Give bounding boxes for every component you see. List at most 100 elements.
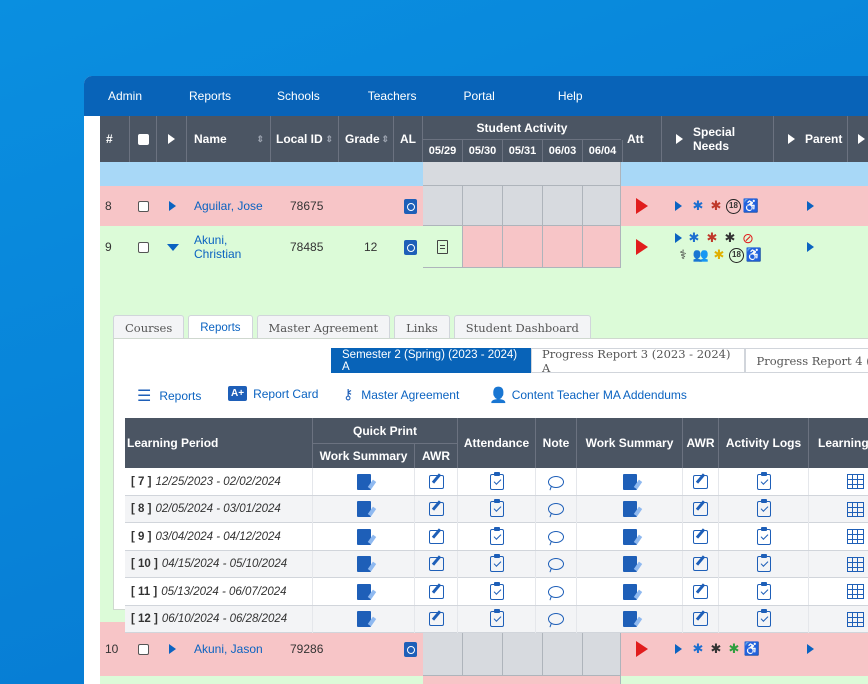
learning-table-cell[interactable]: [809, 468, 868, 495]
work-summary-print-cell[interactable]: [313, 495, 415, 523]
work-summary-icon[interactable]: [622, 556, 637, 572]
activity-logs-cell[interactable]: [719, 523, 809, 550]
reports-tool[interactable]: ☰ Reports: [137, 386, 201, 406]
tab-progress-report-3[interactable]: Progress Report 3 (2023 - 2024) A: [531, 347, 746, 375]
work-summary-print-cell[interactable]: [313, 468, 415, 495]
attendance-cell[interactable]: [458, 578, 536, 605]
note-cell[interactable]: [536, 605, 577, 633]
awr-icon[interactable]: [693, 474, 708, 489]
col-name[interactable]: Name ⇕: [187, 116, 271, 162]
awr-cell[interactable]: [683, 468, 719, 495]
master-agreement-tool[interactable]: ⚷ Master Agreement: [343, 386, 459, 403]
attendance-icon[interactable]: [489, 526, 504, 545]
awr-print-icon[interactable]: [428, 612, 444, 626]
work-summary-print-icon[interactable]: [356, 473, 371, 490]
attendance-cell[interactable]: [458, 605, 536, 633]
tab-master-agreement[interactable]: Master Agreement: [256, 315, 391, 339]
activity-logs-icon[interactable]: [756, 554, 771, 572]
learning-table-icon[interactable]: [847, 529, 864, 544]
awr-cell[interactable]: [683, 550, 719, 578]
awr-icon[interactable]: [693, 557, 708, 571]
note-icon[interactable]: [548, 475, 564, 488]
awr-print-icon[interactable]: [428, 584, 444, 599]
note-icon[interactable]: [548, 530, 564, 543]
select-all-checkbox[interactable]: [137, 133, 149, 145]
tab-semester-2[interactable]: Semester 2 (Spring) (2023 - 2024) A: [331, 348, 531, 373]
col-select-all[interactable]: [130, 116, 157, 162]
learning-table-cell[interactable]: [809, 606, 868, 633]
nav-reports[interactable]: Reports: [189, 89, 231, 103]
work-summary-cell[interactable]: [577, 578, 683, 605]
attendance-play-icon[interactable]: [636, 226, 648, 268]
tab-courses[interactable]: Courses: [113, 315, 185, 339]
note-icon[interactable]: [548, 558, 564, 570]
learning-table-cell[interactable]: [809, 523, 868, 550]
awr-icon[interactable]: [693, 529, 708, 544]
awr-print-icon[interactable]: [428, 529, 444, 544]
col-special-needs[interactable]: Special Needs: [662, 116, 774, 162]
attendance-icon[interactable]: [489, 471, 504, 490]
tab-links[interactable]: Links: [394, 315, 450, 339]
expand-icon[interactable]: [675, 644, 682, 654]
row-checkbox[interactable]: [138, 226, 149, 268]
parent-expand-icon[interactable]: [807, 186, 814, 226]
tab-student-dashboard[interactable]: Student Dashboard: [453, 315, 591, 339]
note-cell[interactable]: [536, 468, 577, 495]
awr-print-cell[interactable]: [415, 550, 458, 578]
awr-cell[interactable]: [683, 523, 719, 550]
awr-print-cell[interactable]: [415, 605, 458, 633]
work-summary-cell[interactable]: [577, 550, 683, 578]
expand-icon[interactable]: [858, 134, 865, 144]
col-parent[interactable]: Parent: [774, 116, 848, 162]
awr-print-cell[interactable]: [415, 468, 458, 495]
tab-reports[interactable]: Reports: [188, 315, 253, 339]
attendance-cell[interactable]: [458, 550, 536, 578]
attendance-icon[interactable]: [489, 554, 504, 572]
activity-logs-cell[interactable]: [719, 495, 809, 523]
activity-logs-cell[interactable]: [719, 578, 809, 605]
expand-all-icon[interactable]: [168, 134, 175, 144]
learning-table-icon[interactable]: [847, 584, 864, 599]
attendance-icon[interactable]: [489, 499, 504, 517]
document-icon[interactable]: [437, 239, 448, 254]
awr-cell[interactable]: [683, 495, 719, 523]
work-summary-print-icon[interactable]: [356, 501, 371, 517]
activity-cell[interactable]: [423, 226, 463, 268]
parent-expand-icon[interactable]: [807, 226, 814, 268]
col-more[interactable]: [848, 116, 868, 162]
awr-icon[interactable]: [693, 502, 708, 516]
note-cell[interactable]: [536, 550, 577, 578]
col-expand[interactable]: [157, 116, 187, 162]
al-icon[interactable]: [404, 186, 417, 226]
expand-icon[interactable]: [676, 134, 683, 144]
learning-table-cell[interactable]: [809, 496, 868, 523]
nav-admin[interactable]: Admin: [108, 89, 142, 103]
activity-logs-cell[interactable]: [719, 605, 809, 633]
work-summary-print-icon[interactable]: [356, 528, 371, 545]
expand-icon[interactable]: [675, 201, 682, 211]
note-cell[interactable]: [536, 578, 577, 605]
attendance-play-icon[interactable]: [636, 186, 648, 226]
note-icon[interactable]: [548, 503, 564, 515]
expand-icon[interactable]: [788, 134, 795, 144]
activity-logs-icon[interactable]: [756, 471, 771, 490]
learning-table-cell[interactable]: [809, 578, 868, 605]
report-card-tool[interactable]: A+ Report Card: [228, 386, 318, 401]
learning-table-icon[interactable]: [847, 611, 864, 627]
student-name-link[interactable]: Aguilar, Jose: [194, 186, 263, 226]
awr-print-cell[interactable]: [415, 523, 458, 550]
note-cell[interactable]: [536, 523, 577, 550]
activity-logs-cell[interactable]: [719, 468, 809, 495]
row-collapse-icon[interactable]: [167, 226, 179, 268]
learning-table-icon[interactable]: [847, 501, 864, 517]
col-grade[interactable]: Grade ⇕: [339, 116, 394, 162]
work-summary-print-cell[interactable]: [313, 605, 415, 633]
attendance-cell[interactable]: [458, 468, 536, 495]
note-cell[interactable]: [536, 495, 577, 523]
awr-icon[interactable]: [693, 612, 708, 626]
awr-icon[interactable]: [693, 584, 708, 599]
attendance-icon[interactable]: [489, 581, 504, 600]
work-summary-icon[interactable]: [622, 501, 637, 517]
learning-table-icon[interactable]: [847, 474, 864, 489]
work-summary-print-icon[interactable]: [356, 583, 371, 600]
